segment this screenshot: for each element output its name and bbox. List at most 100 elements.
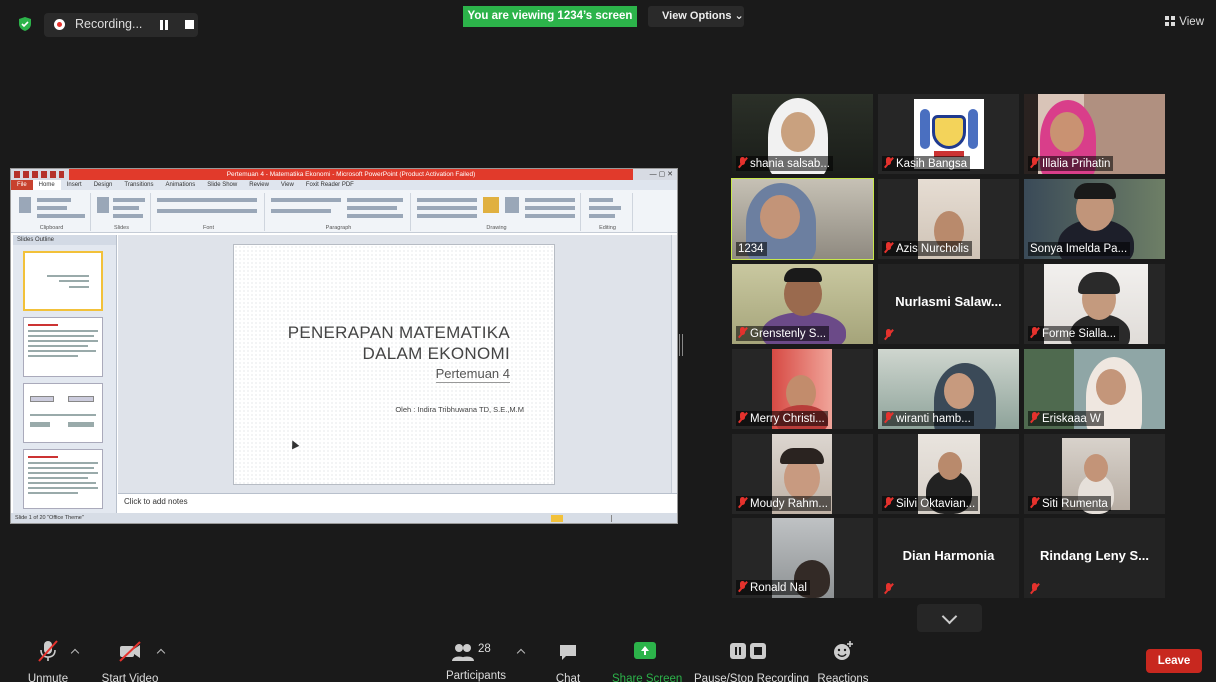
participant-name: 1234	[736, 242, 767, 256]
meeting-top-bar: Recording... You are viewing 1234’s scre…	[0, 0, 1216, 44]
video-tile[interactable]: Nurlasmi Salaw...	[878, 264, 1019, 344]
view-options-button[interactable]: View Options ⌄	[648, 6, 744, 27]
reactions-smiley-icon	[834, 641, 853, 660]
recording-indicator: Recording...	[44, 13, 198, 37]
window-controls: — ▢ ✕	[649, 171, 673, 178]
start-video-label: Start Video	[101, 673, 159, 682]
participant-name: Sonya Imelda Pa...	[1028, 242, 1131, 256]
participant-name: shania salsab...	[736, 156, 833, 171]
video-tile[interactable]: shania salsab...	[732, 94, 873, 174]
video-off-icon	[119, 641, 141, 662]
viewing-screen-banner: You are viewing 1234’s screen	[463, 6, 637, 27]
unmute-button[interactable]: Unmute	[20, 639, 76, 682]
participant-name: Eriskaaa W	[1028, 411, 1104, 426]
chat-label: Chat	[555, 673, 581, 682]
muted-mic-icon	[1030, 157, 1039, 168]
video-tile[interactable]: Kasih Bangsa	[878, 94, 1019, 174]
ribbon-group-font: Font	[153, 193, 265, 231]
slide-author: Oleh : Indira Tribhuwana TD, S.E.,M.M	[395, 405, 524, 414]
ribbon-group-slides: Slides	[93, 193, 151, 231]
participant-name-large: Dian Harmonia	[902, 548, 995, 563]
video-tile[interactable]: Siti Rumenta	[1024, 434, 1165, 514]
share-screen-label: Share Screen	[612, 673, 683, 682]
muted-mic-icon	[884, 412, 893, 423]
participants-icon	[452, 644, 474, 661]
ribbon-group-editing: Editing	[583, 193, 633, 231]
video-tile[interactable]: Moudy Rahm...	[732, 434, 873, 514]
zoom-slider[interactable]	[551, 515, 671, 522]
video-tile[interactable]: Rindang Leny S...	[1024, 518, 1165, 598]
video-tile[interactable]: Azis Nurcholis	[878, 179, 1019, 259]
video-tile[interactable]: Illalia Prihatin	[1024, 94, 1165, 174]
ribbon-group-label: Editing	[599, 225, 616, 231]
video-tile[interactable]: Forme Sialla...	[1024, 264, 1165, 344]
video-tile-active-speaker[interactable]: 1234	[731, 178, 874, 260]
notes-pane[interactable]: Click to add notes	[118, 493, 677, 513]
muted-mic-icon	[1030, 327, 1039, 338]
participant-name: Grenstenly S...	[736, 326, 830, 341]
pause-stop-recording-button[interactable]: Pause/Stop Recording	[694, 639, 810, 682]
video-tile[interactable]: Sonya Imelda Pa...	[1024, 179, 1165, 259]
security-shield-icon[interactable]	[17, 16, 33, 32]
current-slide[interactable]: PENERAPAN MATEMATIKA DALAM EKONOMI Perte…	[233, 244, 555, 485]
muted-microphone-icon	[38, 640, 58, 662]
next-page-chevron-button[interactable]	[917, 604, 982, 632]
start-video-button[interactable]: Start Video	[100, 639, 160, 682]
ribbon-tabs: File Home Insert Design Transitions Animation…	[11, 180, 677, 190]
participants-button[interactable]: 28 Participants	[444, 639, 508, 682]
shared-screen: Pertemuan 4 - Matematika Ekonomi - Micro…	[10, 168, 678, 524]
status-text: Slide 1 of 20 "Office Theme"	[15, 515, 84, 521]
participants-options-caret-icon[interactable]	[516, 648, 526, 658]
pause-recording-icon[interactable]	[158, 20, 170, 30]
slide-editing-area: PENERAPAN MATEMATIKA DALAM EKONOMI Perte…	[118, 235, 671, 493]
ribbon-tab: Animations	[165, 182, 196, 188]
powerpoint-status-bar: Slide 1 of 20 "Office Theme"	[11, 513, 677, 523]
reactions-button[interactable]: Reactions	[816, 639, 870, 682]
ribbon-tab: Slide Show	[207, 182, 238, 188]
pause-stop-recording-label: Pause/Stop Recording	[694, 673, 810, 682]
pane-divider-handle[interactable]	[679, 334, 683, 356]
video-tile[interactable]: Ronald Nal	[732, 518, 873, 598]
participant-name: Forme Sialla...	[1028, 326, 1120, 341]
muted-mic-icon	[884, 242, 893, 253]
slide-thumbnail[interactable]	[23, 317, 103, 377]
participant-name: Ronald Nal	[736, 580, 810, 595]
participant-name-large: Nurlasmi Salaw...	[895, 294, 1002, 309]
video-tile[interactable]: Grenstenly S...	[732, 264, 873, 344]
video-tile[interactable]: wiranti hamb...	[878, 349, 1019, 429]
share-screen-group	[612, 642, 678, 666]
leave-button[interactable]: Leave	[1146, 649, 1202, 673]
view-button[interactable]: View	[1165, 16, 1204, 28]
muted-mic-icon	[884, 157, 893, 168]
slide-thumbnail[interactable]	[23, 449, 103, 509]
muted-mic-icon	[1030, 497, 1039, 508]
chat-button[interactable]: Chat	[548, 639, 588, 682]
powerpoint-window-title: Pertemuan 4 - Matematika Ekonomi - Micro…	[69, 169, 633, 180]
video-tile[interactable]: Merry Christi...	[732, 349, 873, 429]
muted-mic-icon	[1030, 583, 1039, 594]
muted-mic-icon	[884, 329, 893, 340]
ribbon-group-label: Font	[202, 225, 214, 231]
ribbon-group-label: Slides	[114, 225, 129, 231]
slide-thumbnail[interactable]	[23, 383, 103, 443]
stop-recording-icon[interactable]	[185, 20, 194, 29]
video-tile[interactable]: Eriskaaa W	[1024, 349, 1165, 429]
video-tile[interactable]: Dian Harmonia	[878, 518, 1019, 598]
video-tile[interactable]: Silvi Oktavian...	[878, 434, 1019, 514]
slide-thumbnail-panel: Slides Outline	[13, 235, 117, 513]
panel-tabs: Slides Outline	[13, 235, 116, 245]
pause-stop-recording-icon	[730, 643, 766, 659]
ribbon-group-drawing: Drawing	[413, 193, 581, 231]
slide-scrollbar[interactable]	[671, 235, 677, 493]
participant-name: Illalia Prihatin	[1028, 156, 1114, 171]
share-screen-button[interactable]: Share Screen	[612, 639, 683, 682]
slide-thumbnail[interactable]	[23, 251, 103, 311]
slide-subtitle: Pertemuan 4	[435, 366, 511, 383]
participant-name: Azis Nurcholis	[882, 241, 972, 256]
grid-view-icon	[1165, 16, 1176, 26]
participant-name: Silvi Oktavian...	[882, 496, 979, 511]
participant-name: Kasih Bangsa	[882, 156, 970, 171]
ribbon-group-label: Clipboard	[39, 225, 64, 231]
muted-mic-icon	[884, 583, 893, 594]
ribbon-tab: View	[280, 182, 294, 188]
